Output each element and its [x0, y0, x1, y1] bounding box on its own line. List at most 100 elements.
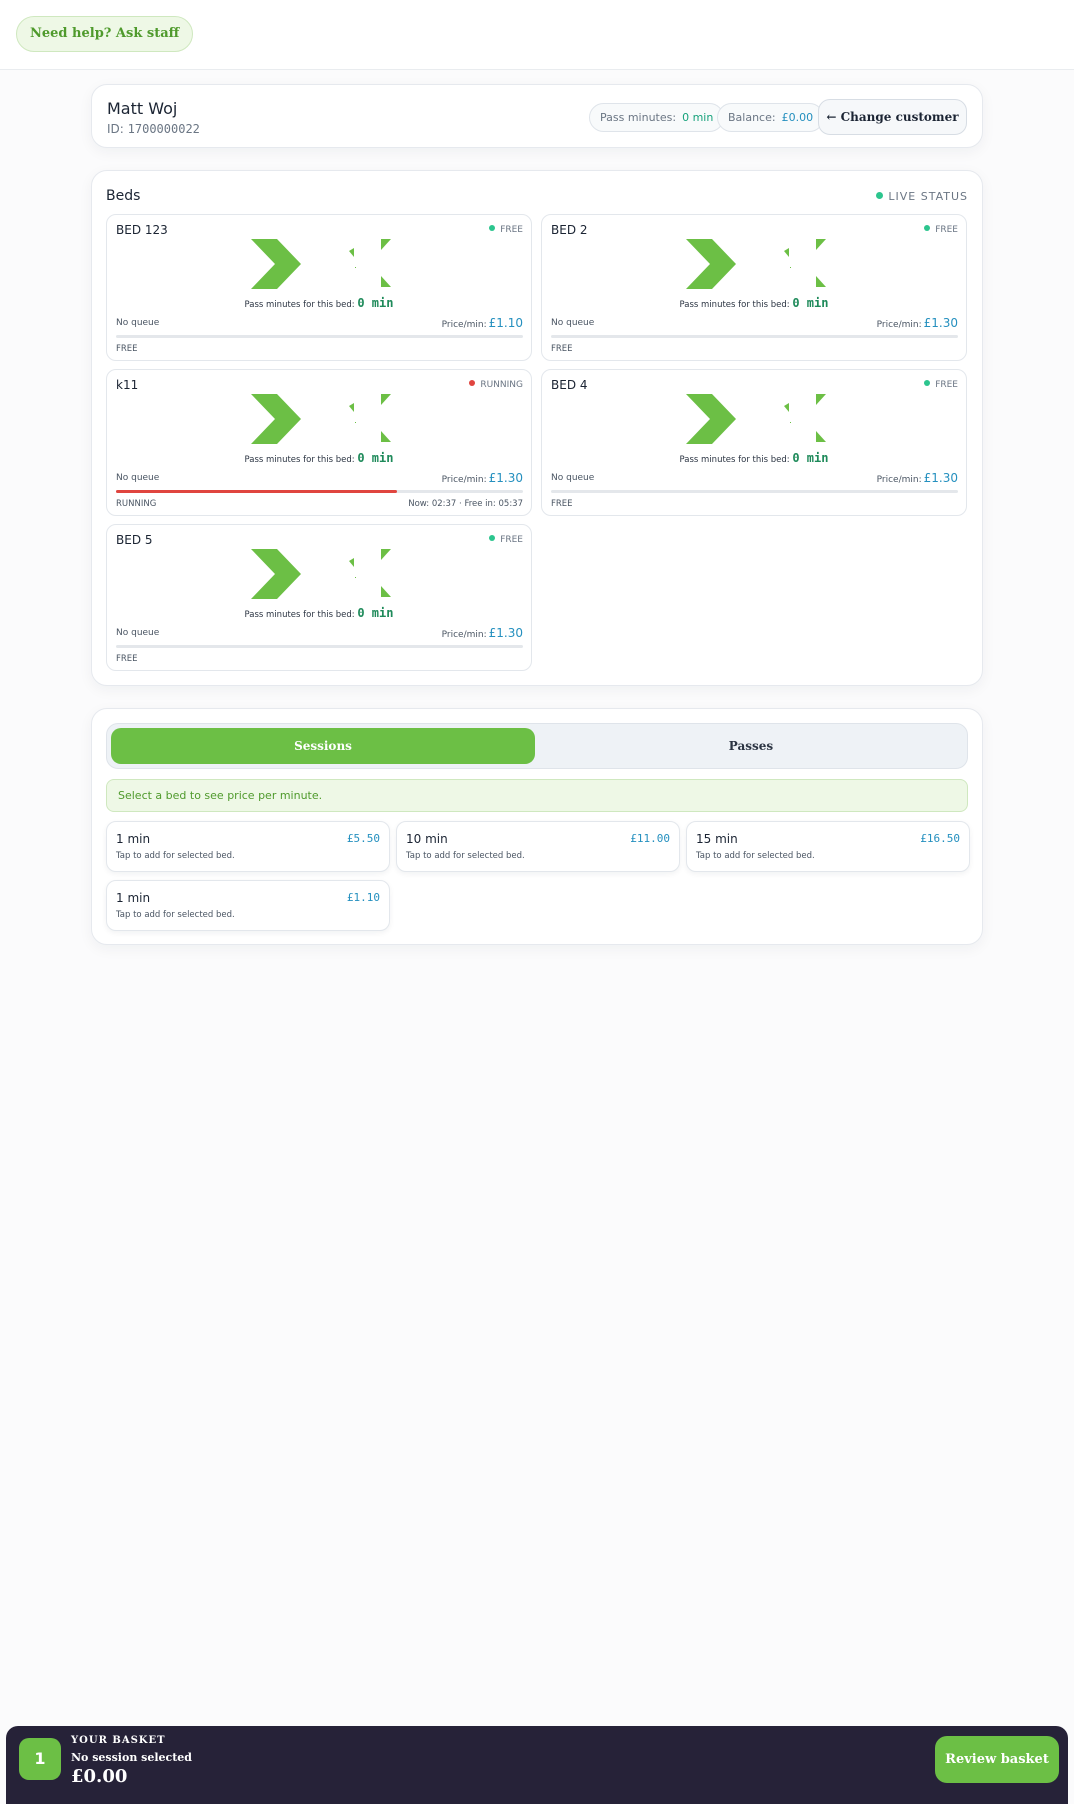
bed-footer-status: FREE	[551, 344, 573, 354]
live-status-label: LIVE STATUS	[888, 190, 968, 203]
bed-pass-value: 0 min	[357, 296, 394, 310]
bed-logo-icon	[251, 239, 391, 289]
bed-price-value: £1.30	[488, 471, 523, 485]
bed-price-label: Price/min:	[441, 320, 487, 330]
bed-progress-bar	[116, 645, 523, 648]
package-hint: Tap to add for selected bed.	[116, 910, 235, 920]
bed-price: Price/min: £1.10	[442, 316, 523, 330]
bed-price: Price/min: £1.30	[442, 471, 523, 485]
bed-pass-value: 0 min	[792, 296, 829, 310]
bed-status-label: FREE	[935, 380, 958, 390]
bed-pass-label: Pass minutes for this bed:	[244, 455, 355, 465]
bed-card[interactable]: BED 123 FREE Pass minutes for this bed: 0 …	[106, 214, 532, 361]
bed-name: BED 2	[551, 223, 588, 237]
bed-logo-icon	[251, 549, 391, 599]
bed-price-value: £1.30	[923, 471, 958, 485]
bed-name: BED 123	[116, 223, 168, 237]
balance-value: £0.00	[781, 111, 814, 124]
bed-logo-icon	[251, 394, 391, 444]
package-hint: Tap to add for selected bed.	[696, 851, 815, 861]
package-name: 15 min	[696, 832, 738, 846]
pass-minutes-chip: Pass minutes: 0 min	[589, 103, 725, 132]
bed-logo-icon	[686, 239, 826, 289]
change-customer-button[interactable]: ← Change customer	[818, 99, 967, 135]
session-package-card[interactable]: 15 min £16.50 Tap to add for selected bed.	[686, 821, 970, 872]
package-price: £11.00	[630, 832, 670, 845]
bed-pass-minutes: Pass minutes for this bed: 0 min	[107, 451, 531, 465]
bed-queue: No queue	[551, 318, 595, 328]
bed-card[interactable]: BED 5 FREE Pass minutes for this bed: 0 mi…	[106, 524, 532, 671]
bed-card[interactable]: BED 4 FREE Pass minutes for this bed: 0 mi…	[541, 369, 967, 516]
bed-status: FREE	[489, 225, 523, 235]
session-package-card[interactable]: 1 min £5.50 Tap to add for selected bed.	[106, 821, 390, 872]
customer-id-value: 1700000022	[127, 122, 200, 136]
bed-price: Price/min: £1.30	[877, 471, 958, 485]
bed-price-label: Price/min:	[441, 475, 487, 485]
tab-passes[interactable]: Passes	[539, 728, 963, 764]
purchase-tabs: Sessions Passes	[106, 723, 968, 769]
bed-footer-status: RUNNING	[116, 499, 157, 509]
bed-pass-minutes: Pass minutes for this bed: 0 min	[542, 296, 966, 310]
bed-pass-minutes: Pass minutes for this bed: 0 min	[107, 606, 531, 620]
live-dot-icon	[876, 192, 884, 199]
bed-queue: No queue	[116, 318, 160, 328]
bed-pass-minutes: Pass minutes for this bed: 0 min	[542, 451, 966, 465]
help-button[interactable]: Need help? Ask staff	[16, 16, 194, 52]
basket-total: £0.00	[71, 1766, 128, 1787]
bed-name: k11	[116, 378, 139, 392]
status-dot-icon	[924, 380, 931, 386]
package-hint: Tap to add for selected bed.	[406, 851, 525, 861]
package-name: 1 min	[116, 891, 151, 905]
balance-chip: Balance: £0.00	[717, 103, 825, 132]
purchase-panel: Sessions Passes Select a bed to see pric…	[91, 708, 983, 945]
pass-minutes-label: Pass minutes:	[600, 111, 677, 124]
bed-price: Price/min: £1.30	[877, 316, 958, 330]
package-name: 1 min	[116, 832, 151, 846]
status-dot-icon	[469, 380, 476, 386]
bed-logo-icon	[686, 394, 826, 444]
package-price: £5.50	[346, 832, 380, 845]
balance-label: Balance:	[728, 111, 776, 124]
bed-price-label: Price/min:	[876, 320, 922, 330]
package-hint: Tap to add for selected bed.	[116, 851, 235, 861]
bed-pass-label: Pass minutes for this bed:	[679, 300, 790, 310]
session-package-card[interactable]: 1 min £1.10 Tap to add for selected bed.	[106, 880, 390, 931]
bed-price-value: £1.30	[923, 316, 958, 330]
customer-name: Matt Woj	[107, 99, 178, 118]
bed-card[interactable]: BED 2 FREE Pass minutes for this bed: 0 mi…	[541, 214, 967, 361]
bed-price-label: Price/min:	[441, 630, 487, 640]
beds-title: Beds	[106, 188, 141, 204]
bed-price-value: £1.30	[488, 626, 523, 640]
pass-minutes-value: 0 min	[682, 111, 714, 124]
bed-pass-value: 0 min	[792, 451, 829, 465]
bed-pass-label: Pass minutes for this bed:	[679, 455, 790, 465]
basket-selection: No session selected	[71, 1751, 192, 1764]
review-basket-button[interactable]: Review basket	[935, 1736, 1059, 1783]
bed-status: RUNNING	[469, 380, 523, 390]
bed-status-label: FREE	[500, 225, 523, 235]
bed-price: Price/min: £1.30	[442, 626, 523, 640]
bed-status: FREE	[924, 380, 958, 390]
bed-queue: No queue	[116, 473, 160, 483]
bed-card[interactable]: k11 RUNNING Pass minutes for this bed: 0 m…	[106, 369, 532, 516]
bed-price-label: Price/min:	[876, 475, 922, 485]
status-dot-icon	[924, 225, 931, 231]
bed-price-value: £1.10	[488, 316, 523, 330]
beds-panel: Beds LIVE STATUS BED 123 FREE Pass minutes…	[91, 170, 983, 686]
bed-status: FREE	[924, 225, 958, 235]
live-status: LIVE STATUS	[876, 190, 968, 203]
bed-status-label: FREE	[935, 225, 958, 235]
top-header: Need help? Ask staff	[0, 0, 1074, 70]
price-notice: Select a bed to see price per minute.	[106, 779, 968, 812]
bed-progress-bar	[551, 335, 958, 338]
session-package-card[interactable]: 10 min £11.00 Tap to add for selected bed.	[396, 821, 680, 872]
bed-pass-value: 0 min	[357, 606, 394, 620]
bed-pass-minutes: Pass minutes for this bed: 0 min	[107, 296, 531, 310]
bed-pass-value: 0 min	[357, 451, 394, 465]
bed-footer-status: FREE	[116, 344, 138, 354]
bed-status-label: FREE	[500, 535, 523, 545]
bed-queue: No queue	[551, 473, 595, 483]
package-name: 10 min	[406, 832, 448, 846]
basket-count-badge: 1	[19, 1738, 61, 1780]
tab-sessions[interactable]: Sessions	[111, 728, 535, 764]
